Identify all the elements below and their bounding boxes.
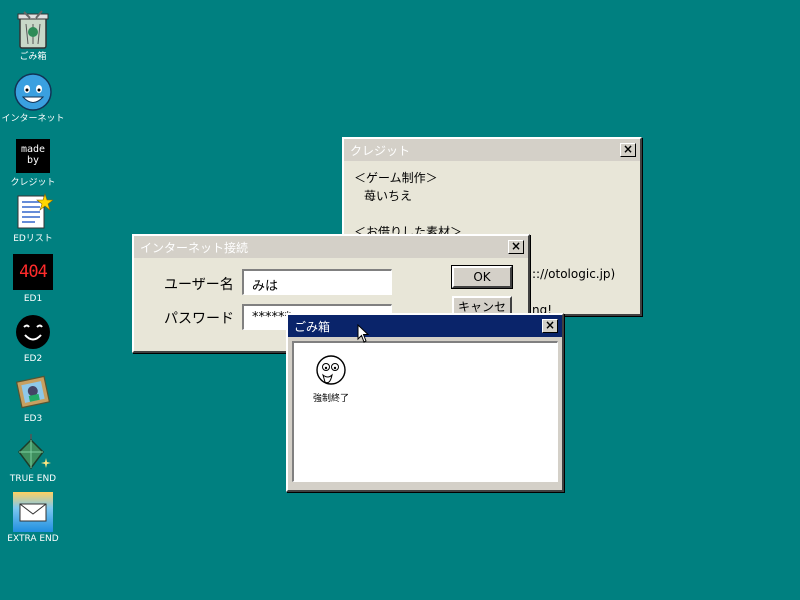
- made-by-icon: made by: [13, 136, 53, 176]
- picture-frame-icon: [13, 372, 53, 412]
- desktop-icon-label: クレジット: [10, 178, 56, 188]
- desktop-icon-ed3[interactable]: ED3: [0, 372, 66, 425]
- desktop-icon-label: TRUE END: [9, 474, 57, 484]
- desktop-icon-label: ED1: [23, 294, 43, 304]
- close-button[interactable]: ×: [542, 319, 558, 333]
- document-star-icon: [13, 192, 53, 232]
- close-button[interactable]: ×: [508, 240, 524, 254]
- desktop-icon-label: ED3: [23, 414, 43, 424]
- window-title: インターネット接続: [140, 240, 249, 255]
- window-title: クレジット: [350, 143, 411, 158]
- file-item-force-quit[interactable]: 強制終了: [308, 355, 354, 404]
- black-smiley-icon: [13, 312, 53, 352]
- credit-line: [354, 205, 630, 223]
- desktop-icon-label: ごみ箱: [19, 52, 47, 62]
- credit-line: 苺いちえ: [364, 189, 413, 203]
- trash-window[interactable]: ごみ箱 × 強制終了: [286, 313, 564, 492]
- desktop-icon-credit[interactable]: made by クレジット: [0, 136, 66, 189]
- mouse-cursor-icon: [357, 324, 370, 343]
- file-item-label: 強制終了: [312, 394, 349, 404]
- desktop-icon-extra-end[interactable]: EXTRA END: [0, 492, 66, 545]
- error-404-icon: 404: [13, 252, 53, 292]
- desktop-icon-trash[interactable]: ごみ箱: [0, 10, 66, 63]
- username-label: ユーザー名: [164, 277, 234, 293]
- desktop-icon-label: EXTRA END: [7, 534, 59, 544]
- internet-smiley-icon: [13, 72, 53, 112]
- close-button[interactable]: ×: [620, 143, 636, 157]
- desktop-icon-label: ED2: [23, 354, 43, 364]
- desktop-icon-label: インターネット: [1, 114, 65, 124]
- desktop-icon-ed1[interactable]: 404 ED1: [0, 252, 66, 305]
- trash-titlebar[interactable]: ごみ箱 ×: [288, 315, 562, 337]
- window-title: ごみ箱: [294, 319, 331, 334]
- credit-titlebar[interactable]: クレジット ×: [344, 139, 640, 161]
- trash-bin-icon: [13, 10, 53, 50]
- credit-line: :://otologic.jp): [532, 267, 616, 281]
- green-gem-icon: [13, 432, 53, 472]
- password-label: パスワード: [164, 311, 234, 327]
- desktop-icon-ed2[interactable]: ED2: [0, 312, 66, 365]
- internet-titlebar[interactable]: インターネット接続 ×: [134, 236, 528, 258]
- credit-line: ＜ゲーム制作＞: [354, 171, 438, 185]
- desktop-icon-true-end[interactable]: TRUE END: [0, 432, 66, 485]
- trash-content-area: 強制終了: [292, 341, 558, 482]
- desktop-icon-label: EDリスト: [13, 234, 53, 244]
- desktop-icon-ed-list[interactable]: EDリスト: [0, 192, 66, 245]
- ghost-face-icon: [316, 355, 346, 385]
- username-field[interactable]: みは: [242, 269, 392, 295]
- ok-button[interactable]: OK: [451, 265, 513, 289]
- desktop-icon-internet[interactable]: インターネット: [0, 72, 66, 125]
- envelope-icon: [13, 492, 53, 532]
